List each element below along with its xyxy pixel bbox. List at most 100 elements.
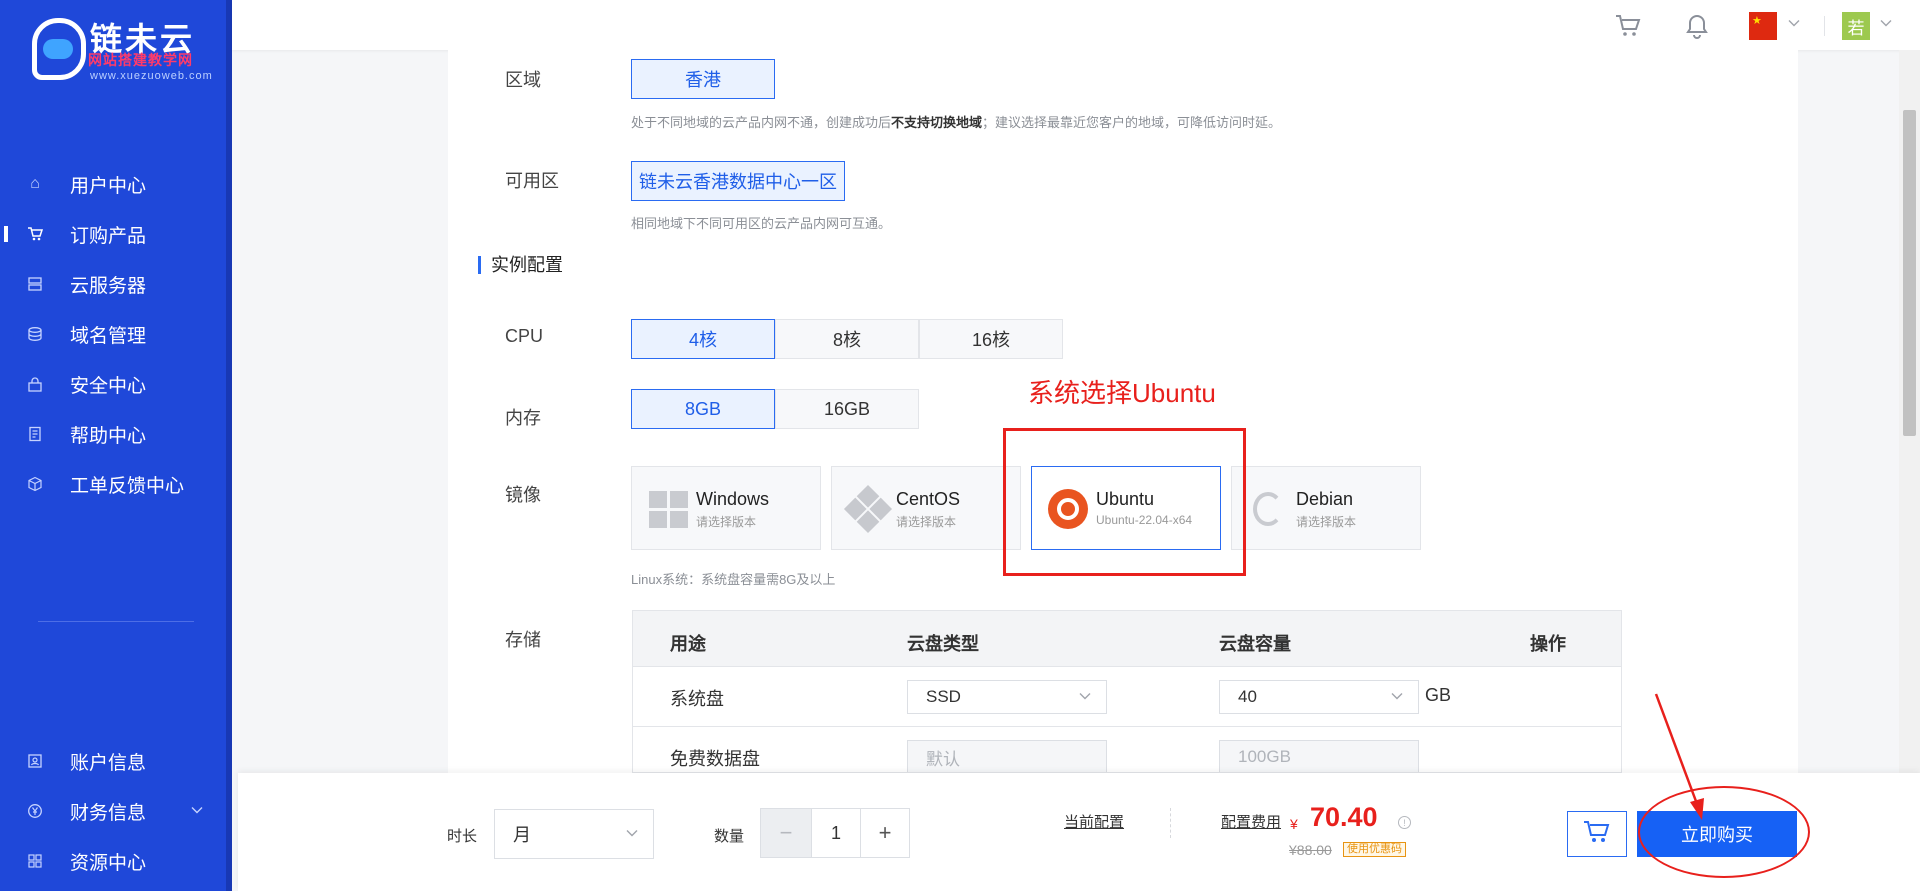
- increment-button[interactable]: +: [861, 809, 909, 857]
- chevron-down-icon: [190, 803, 204, 820]
- centos-icon: [843, 484, 893, 534]
- region-hint-bold: 不支持切换地域: [891, 115, 983, 130]
- decrement-button[interactable]: −: [761, 809, 811, 857]
- logo-subtitle: 网站搭建教学网: [88, 52, 193, 68]
- chevron-down-icon[interactable]: [1787, 16, 1801, 33]
- region-label: 区域: [505, 70, 541, 90]
- info-icon[interactable]: !: [1398, 816, 1411, 829]
- sidebar-item-cloud-server[interactable]: 云服务器: [0, 259, 232, 309]
- sidebar-item-ticket[interactable]: 工单反馈中心: [0, 459, 232, 509]
- sidebar-item-domain[interactable]: 域名管理: [0, 309, 232, 359]
- duration-select[interactable]: 月: [494, 809, 654, 859]
- zone-label: 可用区: [505, 171, 559, 191]
- avatar[interactable]: 若: [1842, 12, 1870, 40]
- chevron-down-icon[interactable]: [1879, 16, 1893, 33]
- database-icon: [26, 325, 44, 343]
- shopping-cart-icon[interactable]: [1614, 12, 1642, 40]
- image-option-centos[interactable]: CentOS 请选择版本: [831, 466, 1021, 550]
- capacity-value: 40: [1238, 687, 1257, 706]
- image-name: Windows: [696, 489, 770, 509]
- sidebar-item-resources[interactable]: 资源中心: [0, 836, 232, 886]
- sidebar-item-label: 域名管理: [70, 325, 147, 347]
- capacity-unit: GB: [1425, 685, 1452, 705]
- coupon-badge[interactable]: 使用优惠码: [1343, 842, 1406, 857]
- sidebar-item-order-products[interactable]: 订购产品: [0, 209, 232, 259]
- sidebar-item-label: 财务信息: [70, 802, 147, 824]
- original-price: ¥88.00: [1289, 842, 1332, 858]
- grid-icon: [26, 852, 44, 870]
- sidebar-item-finance[interactable]: 财务信息: [0, 786, 232, 836]
- disk-type-value: SSD: [926, 687, 961, 706]
- sidebar-item-account[interactable]: 账户信息: [0, 736, 232, 786]
- logo-url: www.xuezuoweb.com: [90, 70, 213, 82]
- image-hint: Linux系统：系统盘容量需8G及以上: [631, 572, 836, 587]
- storage-table: 用途 云盘类型 云盘容量 操作 系统盘 SSD 40 GB 免费数据盘 默认 1…: [632, 610, 1622, 773]
- china-flag-icon[interactable]: ★: [1749, 12, 1777, 40]
- capacity-select[interactable]: 40: [1219, 680, 1419, 714]
- sidebar-item-label: 订购产品: [70, 225, 147, 247]
- vertical-scrollbar[interactable]: [1899, 50, 1920, 773]
- image-option-windows[interactable]: Windows 请选择版本: [631, 466, 821, 550]
- fee-label: 配置费用: [1221, 814, 1282, 831]
- chevron-down-icon: [625, 826, 639, 843]
- sidebar: 链未云 网站搭建教学网 www.xuezuoweb.com ⌂ 用户中心 订购产…: [0, 0, 232, 891]
- sidebar-item-label: 用户中心: [70, 175, 147, 197]
- memory-option-8gb[interactable]: 8GB: [631, 389, 775, 429]
- quantity-label: 数量: [714, 828, 745, 845]
- sidebar-item-label: 工单反馈中心: [70, 475, 185, 497]
- scrollbar-thumb[interactable]: [1903, 110, 1916, 436]
- chevron-down-icon: [1078, 689, 1092, 706]
- memory-option-16gb[interactable]: 16GB: [775, 389, 919, 429]
- header-separator: [1824, 16, 1825, 36]
- sidebar-item-label: 安全中心: [70, 375, 147, 397]
- quantity-input[interactable]: 1: [811, 809, 861, 857]
- cpu-label: CPU: [505, 326, 544, 346]
- memory-label: 内存: [505, 408, 541, 428]
- table-header: 用途 云盘类型 云盘容量 操作: [633, 611, 1621, 667]
- storage-label: 存储: [505, 630, 541, 650]
- windows-icon: [648, 489, 688, 529]
- add-to-cart-button[interactable]: [1567, 811, 1627, 857]
- cpu-option-8[interactable]: 8核: [775, 319, 919, 359]
- logo[interactable]: 链未云 网站搭建教学网 www.xuezuoweb.com: [28, 10, 234, 94]
- cpu-option-16[interactable]: 16核: [919, 319, 1063, 359]
- yen-icon: [26, 802, 44, 820]
- image-name: CentOS: [896, 489, 961, 509]
- sidebar-item-help[interactable]: 帮助中心: [0, 409, 232, 459]
- image-label: 镜像: [505, 485, 541, 505]
- active-indicator: [4, 226, 8, 242]
- zone-hint: 相同地域下不同可用区的云产品内网可互通。: [631, 216, 892, 231]
- app-root: 链未云 网站搭建教学网 www.xuezuoweb.com ⌂ 用户中心 订购产…: [0, 0, 1920, 891]
- current-config-link[interactable]: 当前配置: [1064, 811, 1124, 832]
- capacity-select-disabled: 100GB: [1219, 740, 1419, 772]
- sidebar-item-label: 云服务器: [70, 275, 147, 297]
- server-icon: [26, 275, 44, 293]
- bottom-separator: [1170, 808, 1171, 838]
- cube-icon: [26, 475, 44, 493]
- col-capacity: 云盘容量: [1219, 634, 1291, 654]
- user-card-icon: [26, 752, 44, 770]
- bell-icon[interactable]: [1683, 12, 1711, 40]
- duration-value: 月: [513, 825, 531, 845]
- cart-icon: [1583, 819, 1611, 850]
- region-option-hongkong[interactable]: 香港: [631, 59, 775, 99]
- sidebar-item-security[interactable]: 安全中心: [0, 359, 232, 409]
- logo-mark-icon: [32, 18, 86, 80]
- image-name: Debian: [1296, 489, 1354, 509]
- image-option-debian[interactable]: Debian 请选择版本: [1231, 466, 1421, 550]
- currency-symbol: ¥: [1290, 816, 1298, 832]
- document-icon: [26, 425, 44, 443]
- cpu-option-4[interactable]: 4核: [631, 319, 775, 359]
- sidebar-item-label: 账户信息: [70, 752, 147, 774]
- sidebar-item-user-center[interactable]: ⌂ 用户中心: [0, 159, 232, 209]
- disk-type-select[interactable]: SSD: [907, 680, 1107, 714]
- zone-option[interactable]: 链未云香港数据中心一区: [631, 161, 845, 201]
- disk-type-select-disabled: 默认: [907, 740, 1107, 772]
- image-version: 请选择版本: [696, 515, 757, 529]
- annotation-highlight-box: [1003, 428, 1246, 576]
- cart-icon: [26, 225, 44, 243]
- section-instance-config: 实例配置: [478, 256, 563, 274]
- image-version: 请选择版本: [1296, 515, 1357, 529]
- table-row: 系统盘 SSD 40 GB: [633, 667, 1621, 727]
- col-disk-type: 云盘类型: [907, 634, 979, 654]
